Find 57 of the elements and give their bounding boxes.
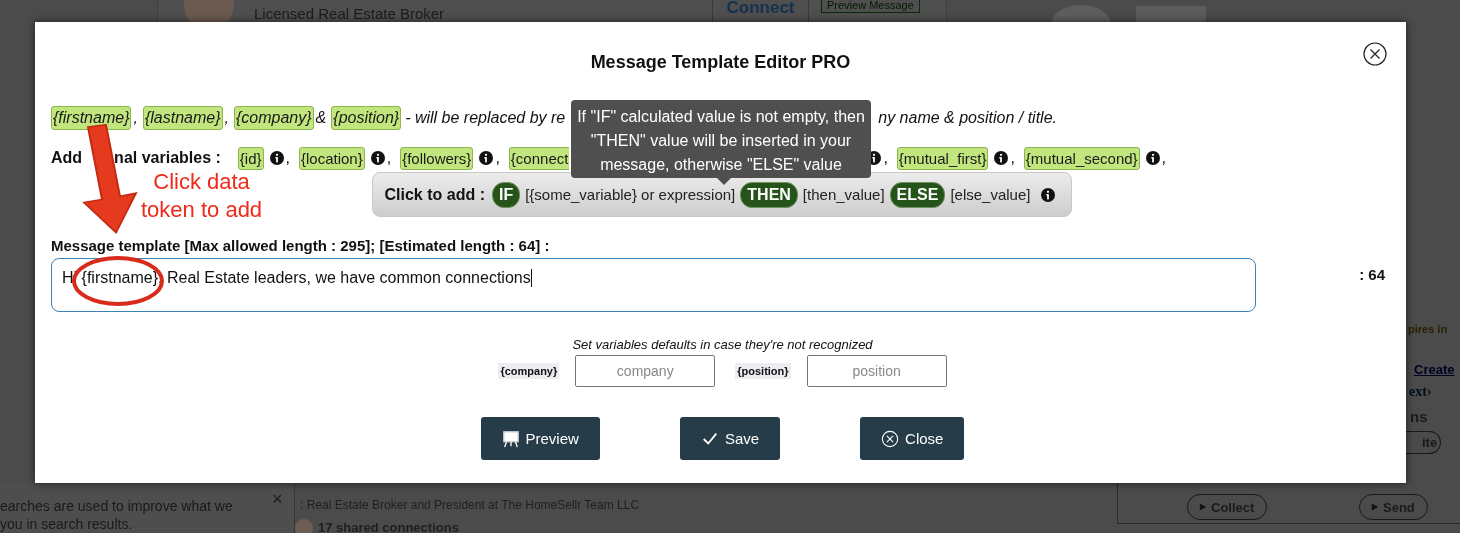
info-icon[interactable] xyxy=(479,151,494,165)
variable-token[interactable]: {lastname} xyxy=(142,106,223,130)
click-to-add-label: Click to add : xyxy=(384,185,485,204)
description-text: - will be replaced by re xyxy=(405,109,566,127)
variable-token[interactable]: {mutual_second} xyxy=(1023,146,1140,170)
separator: , xyxy=(386,149,392,167)
info-icon[interactable] xyxy=(269,151,284,165)
preview-button[interactable]: Preview xyxy=(480,417,600,460)
variable-token[interactable]: {firstname} xyxy=(51,106,132,130)
keyword-pill[interactable]: IF xyxy=(491,181,521,208)
syntax-text: [then_value] xyxy=(802,186,885,203)
template-label: Message template [Max allowed length : 295]; [Estimated length : 64] : xyxy=(51,237,551,254)
variable-token[interactable]: {connect xyxy=(508,146,570,170)
separator: & xyxy=(315,109,327,127)
description-text: ny name & position / title. xyxy=(878,109,1057,127)
length-counter: : 64 xyxy=(1359,266,1385,283)
separator: , xyxy=(285,149,290,167)
variable-label: {position} xyxy=(735,363,791,379)
separator: , xyxy=(883,149,888,167)
default-value-field[interactable]: company xyxy=(575,355,716,387)
save-button[interactable]: Save xyxy=(679,417,781,460)
variable-token[interactable]: {position} xyxy=(331,106,402,130)
side-warning: pires in xyxy=(1408,323,1448,335)
variable-label: {company} xyxy=(498,363,560,379)
easel-icon xyxy=(501,429,520,448)
additional-variables-label: nal variables : xyxy=(114,149,221,167)
keyword-pill[interactable]: ELSE xyxy=(889,181,946,208)
annotation-text: Click data token to add xyxy=(141,168,263,224)
variable-token[interactable]: {company} xyxy=(234,106,314,130)
placeholder-block xyxy=(1136,6,1206,22)
play-icon xyxy=(1198,502,1207,512)
close-button[interactable]: Close xyxy=(860,417,965,460)
dialog-title: Message Template Editor PRO xyxy=(590,51,851,73)
variable-token[interactable]: {id} xyxy=(237,146,264,170)
syntax-text: [{some_variable} or expression] xyxy=(525,186,736,203)
avatar xyxy=(295,519,313,533)
additional-variables-label: Add xyxy=(51,149,83,167)
syntax-text: [else_value] xyxy=(950,186,1031,203)
keyword-pill[interactable]: THEN xyxy=(740,181,798,208)
variable-token[interactable]: {mutual_first} xyxy=(896,146,989,170)
default-value-field[interactable]: position xyxy=(806,355,947,387)
info-icon[interactable] xyxy=(1041,187,1056,202)
defaults-caption: Set variables defaults in case they're not recognized xyxy=(571,337,874,352)
separator: , xyxy=(1010,149,1015,167)
variable-token[interactable]: {followers} xyxy=(400,146,474,170)
separator: , xyxy=(1161,149,1167,167)
variable-token[interactable]: {location} xyxy=(299,146,365,170)
play-icon xyxy=(1370,502,1379,512)
close-icon[interactable] xyxy=(1363,42,1387,66)
info-icon[interactable] xyxy=(370,151,385,165)
separator: , xyxy=(224,109,229,127)
info-icon[interactable] xyxy=(994,151,1009,165)
tooltip-pointer xyxy=(717,178,731,185)
separator: , xyxy=(133,109,138,127)
separator: , xyxy=(495,149,500,167)
info-icon[interactable] xyxy=(1145,151,1160,165)
close-circle-icon xyxy=(881,429,900,448)
